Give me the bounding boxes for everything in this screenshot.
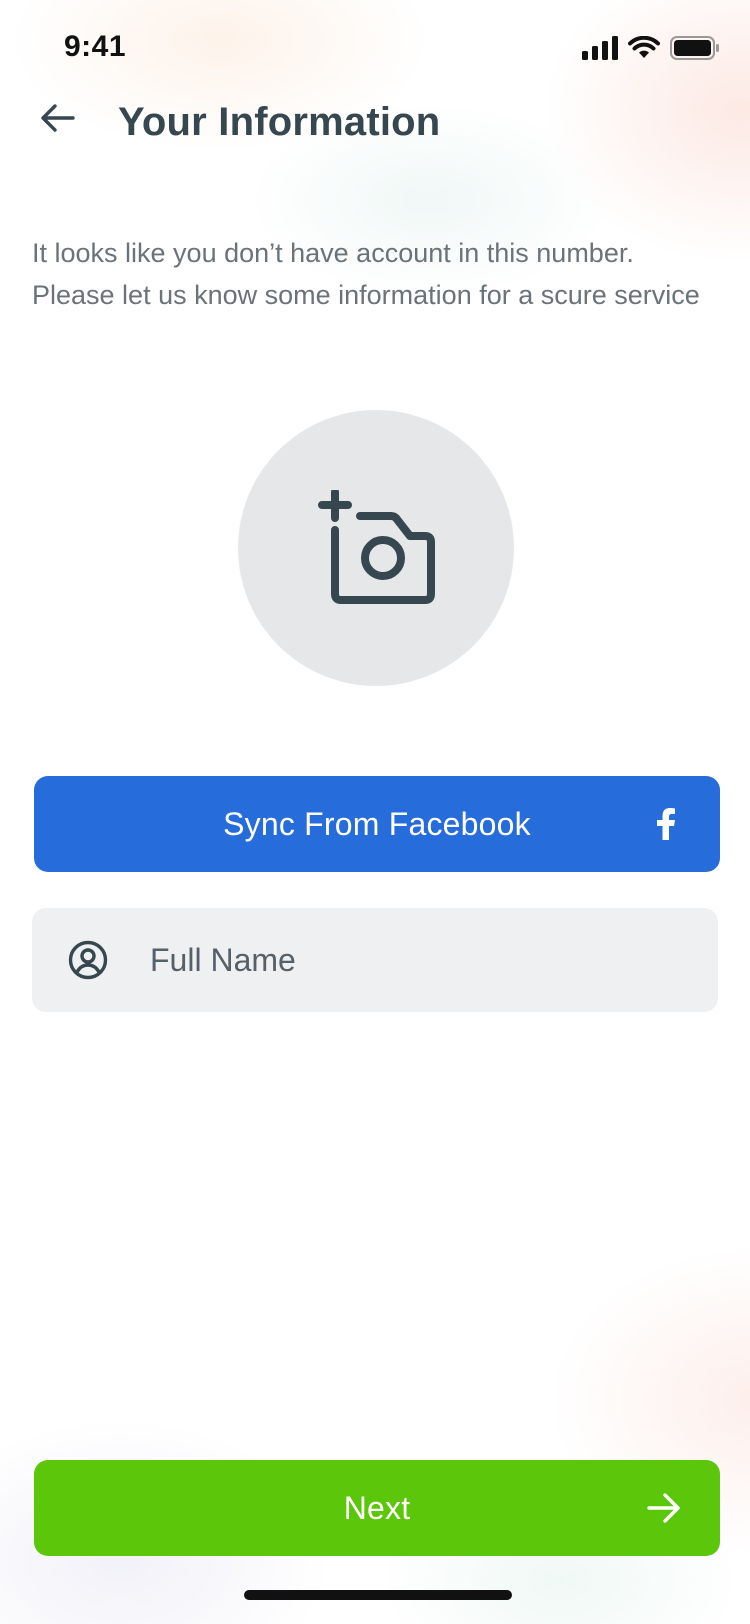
full-name-field[interactable] (32, 908, 718, 1012)
arrow-right-icon (647, 1493, 680, 1523)
arrow-left-icon (41, 104, 75, 132)
cellular-signal-icon (582, 36, 618, 60)
home-indicator (244, 1590, 512, 1600)
back-button[interactable] (36, 96, 80, 140)
description-text: It looks like you don’t have account in … (32, 238, 700, 310)
wifi-icon (628, 36, 660, 58)
status-icons (582, 36, 720, 60)
status-time: 9:41 (64, 30, 127, 63)
full-name-input[interactable] (150, 908, 690, 1012)
user-circle-icon (68, 940, 108, 980)
add-photo-camera-icon (318, 490, 435, 604)
next-button[interactable]: Next (34, 1460, 720, 1556)
facebook-icon (657, 808, 675, 840)
battery-icon (670, 36, 719, 60)
status-bar: 9:41 (0, 0, 750, 96)
page-title: Your Information (118, 100, 441, 144)
photo-picker[interactable] (238, 410, 514, 686)
sync-facebook-label: Sync From Facebook (223, 805, 531, 842)
next-label: Next (343, 1489, 411, 1526)
sync-facebook-button[interactable]: Sync From Facebook (34, 776, 720, 872)
